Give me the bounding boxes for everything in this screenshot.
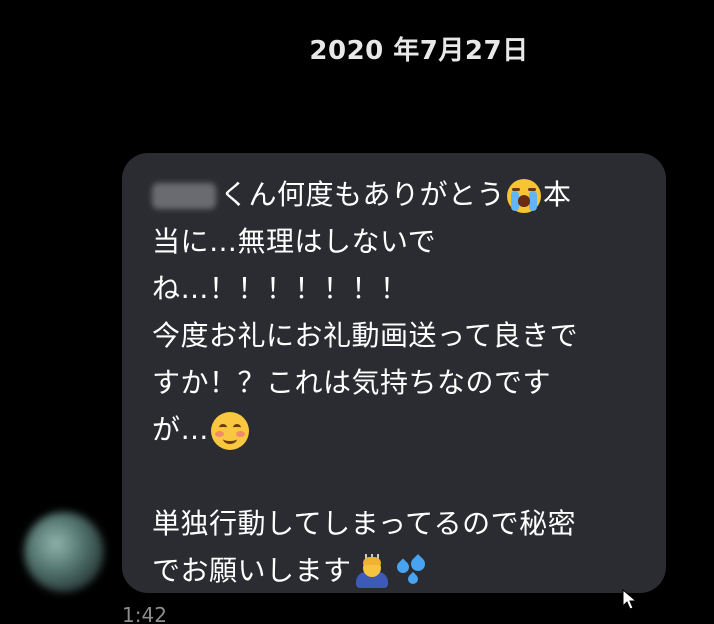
message-text: 本 (543, 178, 572, 211)
crying-face-emoji-icon (507, 179, 542, 213)
mouse-cursor-icon (622, 589, 638, 610)
redacted-name (152, 183, 216, 209)
sweat-droplets-emoji-icon (394, 554, 428, 589)
message-line-6: が… (152, 406, 646, 453)
smiling-face-emoji-icon (211, 412, 250, 450)
message-timestamp: 1:42 (122, 603, 167, 624)
message-line-5: すか！？これは気持ちなのです (152, 366, 552, 399)
person-bowing-emoji-icon (354, 554, 390, 590)
message-text: でお願いします (152, 554, 352, 587)
message-text: くん何度もありがとう (220, 178, 506, 211)
message-line-3: ね…！！！！！！！ (152, 272, 409, 305)
date-header: 2020 年7月27日 (309, 36, 529, 66)
sender-avatar[interactable] (24, 512, 104, 592)
message-line-4: 今度お礼にお礼動画送って良きで (152, 319, 579, 352)
message-bubble[interactable]: くん何度もありがとう 本 当に…無理はしないで ね…！！！！！！！ 今度お礼にお礼… (122, 153, 666, 593)
message-text: が… (152, 413, 210, 446)
message-line-1: くん何度もありがとう 本 (152, 171, 646, 218)
message-line-2: 当に…無理はしないで (152, 225, 437, 258)
message-line-8: でお願いします (152, 547, 646, 594)
message-line-7: 単独行動してしまってるので秘密 (152, 507, 577, 540)
